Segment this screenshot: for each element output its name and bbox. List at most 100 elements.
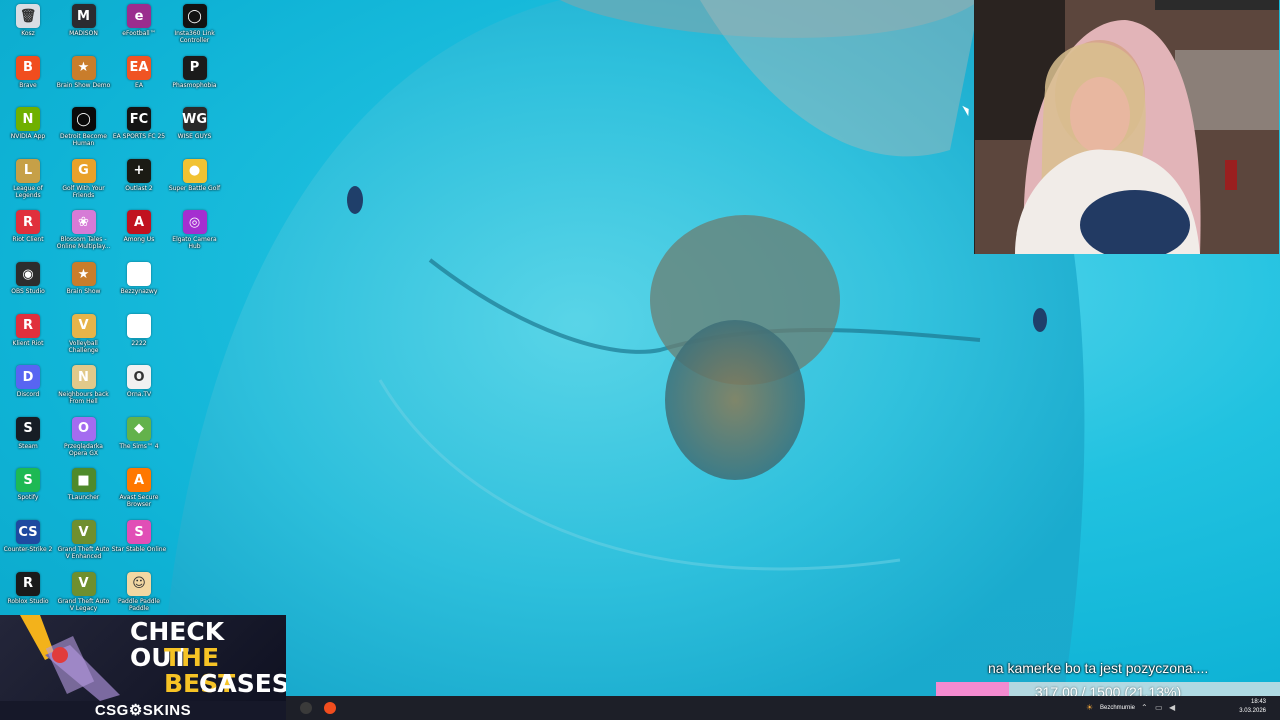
desktop-icon[interactable]: S Star Stable Online bbox=[111, 520, 167, 553]
desktop-icon[interactable]: ■ TLauncher bbox=[56, 468, 112, 501]
desktop-icon-label: Riot Client bbox=[12, 236, 44, 244]
app-icon: ◯ bbox=[182, 4, 207, 28]
desktop-icon-label: Outlast 2 bbox=[125, 184, 153, 192]
desktop-icon[interactable]: ◯ Detroit Become Human bbox=[56, 107, 112, 147]
desktop-icon[interactable]: ★ Brain Show Demo bbox=[56, 55, 112, 89]
desktop-icon[interactable]: ◎ Elgato Camera Hub bbox=[167, 210, 223, 250]
app-icon: L bbox=[16, 158, 40, 183]
desktop-icon[interactable]: CS Counter-Strike 2 bbox=[0, 520, 56, 553]
app-icon: S bbox=[127, 520, 151, 544]
app-icon: ◉ bbox=[16, 262, 40, 286]
app-icon: ◎ bbox=[182, 210, 207, 235]
app-icon bbox=[127, 262, 151, 286]
desktop-icon[interactable]: G Golf With Your Friends bbox=[56, 158, 112, 199]
app-icon: A bbox=[127, 210, 151, 235]
app-icon: 🗑 bbox=[16, 4, 40, 28]
app-icon: S bbox=[16, 468, 40, 493]
desktop-icon[interactable]: ◯ Insta360 Link Controller bbox=[167, 4, 223, 44]
desktop-icon[interactable]: WG WISE GUYS bbox=[167, 107, 223, 140]
app-icon: WG bbox=[182, 107, 207, 132]
webcam-overlay bbox=[974, 0, 1279, 254]
app-icon: O bbox=[127, 365, 151, 390]
desktop-icon[interactable]: O Przeglądarka Opera GX bbox=[56, 416, 112, 457]
desktop-icon[interactable]: V Volleyball Challenge bbox=[56, 313, 112, 354]
app-icon: ★ bbox=[71, 55, 96, 80]
desktop-icon[interactable]: V Grand Theft Auto V Enhanced bbox=[56, 520, 112, 560]
desktop-icon-label: Phasmophobia bbox=[172, 81, 217, 89]
desktop-icon-label: Super Battle Golf bbox=[168, 184, 221, 192]
desktop-icon-label: Bezzynazwy bbox=[120, 288, 158, 295]
desktop-icon[interactable]: D Discord bbox=[0, 365, 56, 398]
app-icon: CS bbox=[16, 520, 40, 544]
desktop-icon-label: Kosz bbox=[21, 30, 35, 37]
app-icon: V bbox=[71, 520, 96, 544]
app-icon: ■ bbox=[71, 468, 96, 493]
desktop-icon-label: 2222 bbox=[131, 339, 147, 347]
desktop-icon[interactable]: R Klient Riot bbox=[0, 313, 56, 347]
desktop-icon[interactable]: R Riot Client bbox=[0, 210, 56, 243]
desktop-icon[interactable]: ● Super Battle Golf bbox=[167, 158, 223, 192]
weather-icon[interactable]: ☀ bbox=[1086, 704, 1094, 712]
desktop-icon[interactable]: FC EA SPORTS FC 25 bbox=[111, 107, 167, 140]
desktop-icon[interactable]: S Steam bbox=[0, 416, 56, 450]
brave-taskbar-icon[interactable] bbox=[320, 698, 340, 718]
desktop-icon-label: Blossom Tales - Online Multiplay... bbox=[56, 236, 111, 251]
desktop-icon-label: Roblox Studio bbox=[7, 597, 49, 605]
desktop-icon[interactable]: ◆ The Sims™ 4 bbox=[111, 416, 167, 450]
knife-icon bbox=[20, 615, 120, 701]
app-icon: EA bbox=[127, 55, 151, 80]
ad-brand-logo: CSG⚙SKINS bbox=[0, 701, 286, 720]
desktop-icon[interactable]: A Avast Secure Browser bbox=[111, 468, 167, 508]
desktop-icon[interactable]: Bezzynazwy bbox=[111, 262, 167, 295]
desktop-icon[interactable]: ★ Brain Show bbox=[56, 262, 112, 295]
obs-taskbar-icon[interactable] bbox=[296, 698, 316, 718]
desktop-icon[interactable]: M MADISON bbox=[56, 4, 112, 37]
desktop-icon[interactable]: e eFootball™ bbox=[111, 4, 167, 37]
desktop-icon[interactable]: L League of Legends bbox=[0, 158, 56, 199]
taskbar: ☀ Bezchmurnie ⌃ ▭ ◀ 18:43 3.03.2026 bbox=[286, 696, 1280, 720]
app-icon: V bbox=[71, 313, 96, 338]
desktop-icon[interactable]: O Orna.TV bbox=[111, 365, 167, 398]
chevron-up-icon[interactable]: ⌃ bbox=[1141, 704, 1149, 712]
desktop-icon[interactable]: ☺ Paddle Paddle Paddle bbox=[111, 571, 167, 612]
desktop-icon[interactable]: N NVIDIA App bbox=[0, 107, 56, 140]
app-icon: R bbox=[16, 571, 40, 596]
desktop-icon-label: Paddle Paddle Paddle bbox=[118, 597, 160, 612]
volume-icon[interactable]: ◀ bbox=[1169, 704, 1177, 712]
desktop-icon-label: The Sims™ 4 bbox=[119, 442, 159, 450]
desktop-icon[interactable]: S Spotify bbox=[0, 468, 56, 501]
desktop-icon[interactable]: N Neighbours back From Hell bbox=[56, 365, 112, 405]
desktop-icon[interactable]: V Grand Theft Auto V Legacy bbox=[56, 571, 112, 612]
app-glyph bbox=[324, 702, 336, 714]
desktop-icon-label: Counter-Strike 2 bbox=[3, 546, 53, 553]
desktop-icon[interactable]: ❀ Blossom Tales - Online Multiplay... bbox=[56, 210, 112, 250]
desktop-icon[interactable]: 🗑 Kosz bbox=[0, 4, 56, 37]
taskbar-clock[interactable]: 18:43 3.03.2026 bbox=[1239, 698, 1266, 716]
desktop-icon-label: Orna.TV bbox=[126, 391, 152, 399]
desktop-icon-label: Insta360 Link Controller bbox=[174, 30, 215, 44]
app-icon: N bbox=[16, 107, 40, 132]
desktop-icon-label: WISE GUYS bbox=[177, 133, 212, 141]
desktop-icon[interactable]: R Roblox Studio bbox=[0, 571, 56, 605]
desktop-icon[interactable]: P Phasmophobia bbox=[167, 55, 223, 89]
desktop-icon[interactable]: B Brave bbox=[0, 55, 56, 89]
desktop-icon[interactable]: A Among Us bbox=[111, 210, 167, 243]
desktop-icon-label: Discord bbox=[16, 391, 40, 399]
desktop-icon-label: Brain Show bbox=[66, 288, 101, 295]
desktop-icon[interactable]: EA EA bbox=[111, 55, 167, 89]
desktop-icon[interactable]: ◉ OBS Studio bbox=[0, 262, 56, 295]
desktop-icon-label: Among Us bbox=[123, 236, 155, 244]
app-icon: + bbox=[127, 158, 151, 183]
app-icon: R bbox=[16, 210, 40, 235]
app-glyph bbox=[300, 702, 312, 714]
network-icon[interactable]: ▭ bbox=[1155, 704, 1163, 712]
weather-label: Bezchmurnie bbox=[1100, 705, 1136, 711]
desktop-icon-label: EA SPORTS FC 25 bbox=[112, 133, 166, 141]
desktop-icon[interactable]: 2222 bbox=[111, 313, 167, 347]
taskbar-apps bbox=[296, 698, 340, 718]
desktop-icon-label: Brain Show Demo bbox=[56, 81, 111, 89]
clock-date: 3.03.2026 bbox=[1239, 708, 1266, 714]
desktop-icon-label: OBS Studio bbox=[11, 288, 45, 295]
desktop-icon[interactable]: + Outlast 2 bbox=[111, 158, 167, 192]
sponsor-banner[interactable]: CHECK OUT THE BEST CASES CSG⚙SKINS bbox=[0, 615, 286, 720]
